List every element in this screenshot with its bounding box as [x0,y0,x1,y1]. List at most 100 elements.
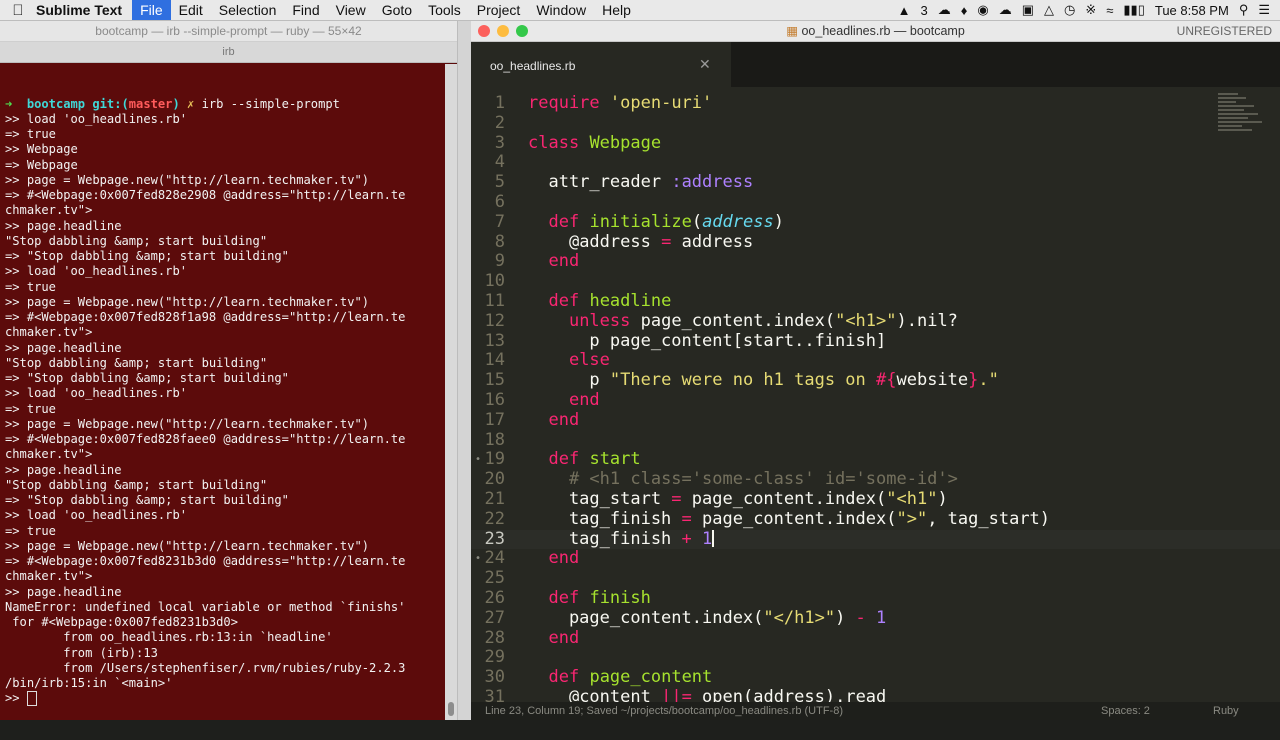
fold-marker-icon[interactable]: • [475,450,481,470]
code-line[interactable]: 24 • end [471,548,1280,569]
creative-cloud-icon[interactable]: ☁ [938,2,951,18]
code-line[interactable]: 3 class Webpage [471,133,1280,154]
terminal-output[interactable]: ➜ bootcamp git:(master) ✗ irb --simple-p… [0,63,457,740]
code-text: tag_finish = page_content.index(">", tag… [528,508,1051,530]
search-icon[interactable]: ⚲ [1239,2,1249,18]
code-line[interactable]: 26 def finish [471,588,1280,609]
menu-project[interactable]: Project [469,0,529,20]
close-tab-icon[interactable]: ✕ [699,56,711,73]
code-line[interactable]: 17 end [471,410,1280,431]
line-number: 27 [484,607,505,628]
code-line[interactable]: 4 [471,153,1280,173]
minimize-window-icon[interactable] [497,25,509,37]
code-line[interactable]: 8 @address = address [471,232,1280,253]
menu-window[interactable]: Window [528,0,594,20]
code-line[interactable]: 9 end [471,251,1280,272]
code-token: page_content.index( [528,607,764,628]
code-line[interactable]: 12 unless page_content.index("<h1>").nil… [471,310,1280,332]
code-line[interactable]: 10 [471,271,1280,292]
app-name-menu[interactable]: Sublime Text [36,2,122,18]
prompt-command: irb --simple-prompt [201,96,340,111]
close-window-icon[interactable] [478,25,490,37]
terminal-scroll-thumb[interactable] [448,702,454,716]
menu-file[interactable]: File [132,0,171,20]
code-line[interactable]: 7 def initialize(address) [471,212,1280,233]
code-line[interactable]: 28 end [471,628,1280,649]
alfred-icon[interactable]: ◉ [977,2,988,18]
menu-tools[interactable]: Tools [420,0,469,20]
fold-marker-icon[interactable]: • [475,549,481,569]
code-token: "<h1>" [835,310,897,331]
menu-help[interactable]: Help [594,0,639,20]
terminal-line: => #<Webpage:0x007fed828faee0 @address="… [5,432,406,446]
code-token: , tag_start) [927,508,1051,529]
code-line[interactable]: 25 [471,568,1280,589]
drive-icon[interactable]: △ [1044,2,1054,18]
adobe-icon[interactable]: ▲ [898,3,911,18]
code-line[interactable]: 20 # <h1 class='some-class' id='some-id'… [471,469,1280,490]
camera-icon[interactable]: ▣ [1022,2,1034,18]
code-line[interactable]: 6 [471,192,1280,213]
terminal-line: "Stop dabbling &amp; start building" [5,355,268,370]
code-token: # <h1 class='some-class' id='some-id'> [568,469,958,490]
code-editor[interactable]: 1 require 'open-uri' 2 3 class Webpage 4 5 att… [471,87,1280,702]
clock[interactable]: Tue 8:58 PM [1155,3,1229,18]
terminal-tab[interactable]: irb [222,46,234,58]
terminal-final-prompt: >> [5,691,452,707]
code-token: def [548,667,580,688]
code-line[interactable]: 2 [471,113,1280,134]
apple-icon[interactable]:  [0,2,36,19]
menu-edit[interactable]: Edit [171,0,211,20]
code-line[interactable]: 29 [471,648,1280,668]
minimap[interactable] [1218,93,1266,183]
time-machine-icon[interactable]: ◷ [1064,2,1075,18]
wifi-icon[interactable]: ≈ [1106,3,1113,18]
terminal-line: >> page.headline [5,340,122,355]
code-line[interactable]: 21 tag_start = page_content.index("<h1") [471,489,1280,510]
line-number: 12 [484,310,505,331]
code-line[interactable]: 18 [471,430,1280,451]
zoom-window-icon[interactable] [516,25,528,37]
code-line[interactable]: 13 p page_content[start..finish] [471,331,1280,352]
menu-selection[interactable]: Selection [211,0,285,20]
code-token: = [681,508,692,529]
code-token: else [568,350,610,371]
code-text: @address = address [528,232,753,253]
code-text: end [528,548,579,569]
terminal-line: "Stop dabbling &amp; start building" [5,477,268,492]
code-line[interactable]: 1 require 'open-uri' [471,93,1280,114]
editor-tab[interactable]: oo_headlines.rb ✕ [471,42,731,87]
code-line[interactable]: 23 tag_finish + 1 [471,528,1280,550]
terminal-scrollbar[interactable] [445,64,457,720]
code-token: ) [937,489,948,509]
unregistered-label: UNREGISTERED [1176,24,1272,38]
code-line[interactable]: 31 @content ||= open(address).read [471,687,1280,702]
code-token: "<h1" [886,489,938,509]
bluetooth-icon[interactable]: ※ [1085,2,1096,18]
code-line[interactable]: 15 p "There were no h1 tags on #{website… [471,370,1280,391]
battery-icon[interactable]: ▮▮▯ [1123,2,1144,18]
cloud-icon[interactable]: ☁ [999,2,1012,18]
code-line[interactable]: 14 else [471,350,1280,371]
code-line[interactable]: 19 • def start [471,449,1280,470]
code-line[interactable]: 22 tag_finish = page_content.index(">", … [471,508,1280,530]
status-indentation[interactable]: Spaces: 2 [1101,702,1150,720]
prompt-git-close: ) [172,96,180,111]
code-line[interactable]: 5 attr_reader :address [471,172,1280,193]
line-number: 19 [484,449,505,470]
status-syntax[interactable]: Ruby [1213,702,1239,720]
code-token: attr_reader [548,172,662,193]
code-token: def [548,449,580,470]
code-line[interactable]: 11 def headline [471,291,1280,312]
code-line[interactable]: 27 page_content.index("</h1>") - 1 [471,607,1280,629]
minimap-line [1218,101,1236,103]
menu-view[interactable]: View [328,0,374,20]
code-token: 1 [702,528,713,549]
code-line[interactable]: 16 end [471,390,1280,411]
code-line[interactable]: 30 def page_content [471,667,1280,688]
notification-list-icon[interactable]: ☰ [1258,2,1270,18]
menu-find[interactable]: Find [284,0,327,20]
evernote-icon[interactable]: ♦ [961,3,968,18]
input-badge[interactable]: 3 [920,3,927,18]
menu-goto[interactable]: Goto [374,0,420,20]
